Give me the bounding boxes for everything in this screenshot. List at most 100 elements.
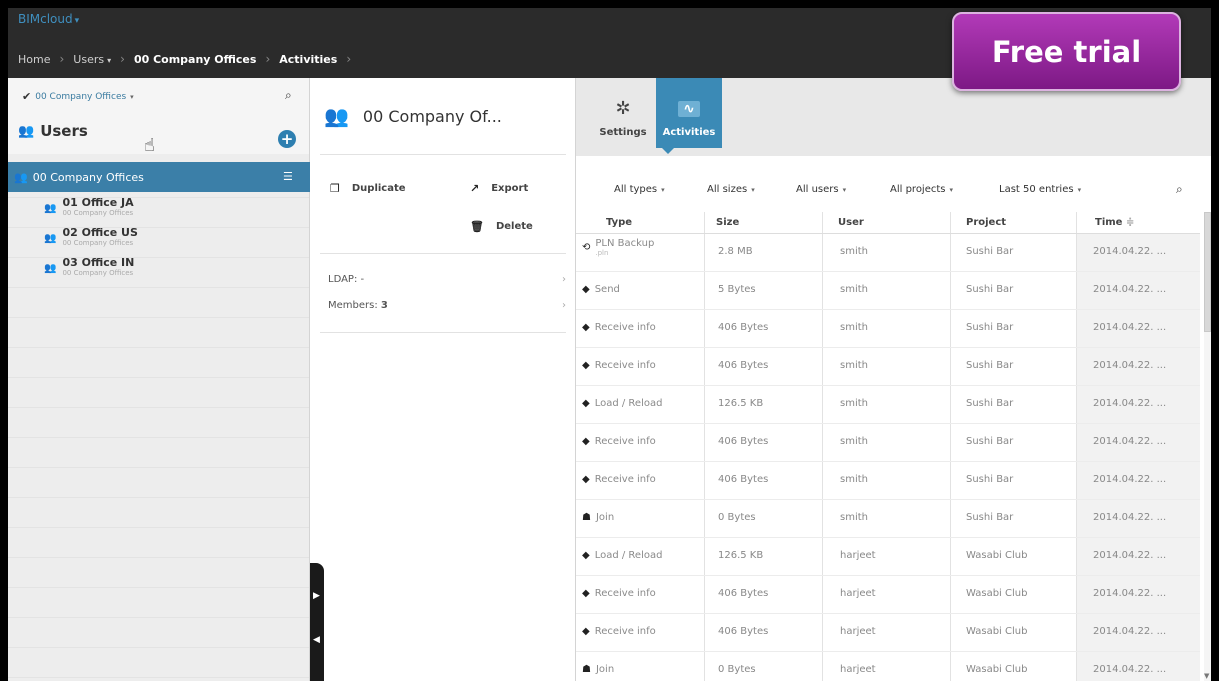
filter-entries[interactable]: Last 50 entries ▾ xyxy=(999,184,1081,195)
column-header-user[interactable]: User xyxy=(838,217,864,228)
collapse-left-icon[interactable]: ◀ xyxy=(313,635,320,645)
list-menu-icon[interactable]: ☰ xyxy=(283,170,293,183)
duplicate-button[interactable]: ❐ Duplicate xyxy=(330,182,406,195)
table-row[interactable]: ◆ Receive info 406 Bytes smith Sushi Bar 2014… xyxy=(576,424,1200,462)
group-title: 👥 00 Company Of... xyxy=(324,104,502,128)
column-header-time-label: Time xyxy=(1095,217,1123,228)
delete-button[interactable]: 🗑 Delete xyxy=(470,220,533,233)
join-icon: ☗ xyxy=(582,664,591,675)
scrollbar-thumb[interactable] xyxy=(1204,212,1211,332)
expand-right-icon[interactable]: ▶ xyxy=(313,591,320,601)
type-wrap: Receive info xyxy=(595,626,656,637)
sidebar-item-label: 00 Company Offices xyxy=(32,170,144,184)
users-sidebar: ✔ 00 Company Offices ▾ ⌕ 👥 Users ☝ + 👥 0… xyxy=(8,78,310,681)
filter-types[interactable]: All types ▾ xyxy=(614,184,665,195)
user-cell: harjeet xyxy=(840,664,876,675)
panel-collapse-handle[interactable]: ▶ ◀ xyxy=(310,563,324,681)
filter-projects[interactable]: All projects ▾ xyxy=(890,184,953,195)
divider xyxy=(320,154,566,155)
tab-activities[interactable]: ∿ Activities xyxy=(656,78,722,148)
members-label-wrap: Members: 3 xyxy=(328,300,388,311)
chevron-down-icon: ▾ xyxy=(842,186,847,194)
ldap-row[interactable]: LDAP: - › xyxy=(328,274,566,285)
size-cell: 406 Bytes xyxy=(718,436,769,447)
scope-selector[interactable]: ✔ 00 Company Offices ▾ xyxy=(22,90,134,103)
table-scrollbar[interactable]: ▼ xyxy=(1204,212,1211,681)
type-value: Receive info xyxy=(594,626,656,637)
breadcrumb-activities[interactable]: Activities xyxy=(279,53,337,66)
project-cell: Wasabi Club xyxy=(966,626,1028,637)
app-title-menu[interactable]: BIMcloud ▾ xyxy=(18,12,79,26)
activities-panel: ✲ Settings ∿ Activities All types ▾ All s… xyxy=(576,78,1211,681)
export-button[interactable]: ↗ Export xyxy=(470,182,528,195)
duplicate-label: Duplicate xyxy=(351,183,406,194)
table-row[interactable]: ◆ Load / Reload 126.5 KB smith Sushi Bar 2014… xyxy=(576,386,1200,424)
table-row[interactable]: ◆ Receive info 406 Bytes harjeet Wasabi Club… xyxy=(576,614,1200,652)
table-row[interactable]: ⟲ PLN Backup .pln 2.8 MB smith Sushi Bar 2014.… xyxy=(576,234,1200,272)
table-row[interactable]: ◆ Load / Reload 126.5 KB harjeet Wasabi Club… xyxy=(576,538,1200,576)
size-cell: 406 Bytes xyxy=(718,474,769,485)
sidebar-item-company-offices[interactable]: 👥 00 Company Offices ☰ xyxy=(8,162,310,192)
scroll-down-icon[interactable]: ▼ xyxy=(1204,672,1209,680)
chevron-right-icon: › xyxy=(562,274,566,285)
time-cell: 2014.04.22. ... xyxy=(1093,664,1167,675)
size-cell: 126.5 KB xyxy=(718,550,764,561)
time-cell: 2014.04.22. ... xyxy=(1093,550,1167,561)
type-value: Send xyxy=(594,284,620,295)
user-cell: harjeet xyxy=(840,550,876,561)
filter-users-label: All users xyxy=(796,184,839,195)
type-value: Receive info xyxy=(594,322,656,333)
column-header-size[interactable]: Size xyxy=(716,217,739,228)
ldap-label: LDAP: - xyxy=(328,274,365,285)
chevron-right-icon: › xyxy=(59,52,65,66)
project-cell: Sushi Bar xyxy=(966,246,1014,257)
time-cell: 2014.04.22. ... xyxy=(1093,284,1167,295)
sidebar-item-office-in[interactable]: 👥 03 Office IN 00 Company Offices xyxy=(44,256,134,286)
type-value: Join xyxy=(595,512,615,523)
sidebar-item-office-us[interactable]: 👥 02 Office US 00 Company Offices xyxy=(44,226,138,256)
type-cell: ◆ Receive info xyxy=(582,322,656,333)
user-cell: smith xyxy=(840,322,868,333)
sidebar-item-office-ja[interactable]: 👥 01 Office JA 00 Company Offices xyxy=(44,196,134,226)
hand-cursor-icon: ☝ xyxy=(144,135,155,156)
type-cell: ◆ Receive info xyxy=(582,360,656,371)
breadcrumb-users[interactable]: Users ▾ xyxy=(73,53,111,66)
table-row[interactable]: ◆ Receive info 406 Bytes harjeet Wasabi Club… xyxy=(576,576,1200,614)
table-row[interactable]: ◆ Receive info 406 Bytes smith Sushi Bar 2014… xyxy=(576,462,1200,500)
active-tab-pointer xyxy=(662,148,674,154)
breadcrumb-company-offices[interactable]: 00 Company Offices xyxy=(134,53,257,66)
export-icon: ↗ xyxy=(470,182,480,195)
filter-users[interactable]: All users ▾ xyxy=(796,184,846,195)
table-row[interactable]: ☗ Join 0 Bytes smith Sushi Bar 2014.04.22. ..… xyxy=(576,500,1200,538)
column-header-type[interactable]: Type xyxy=(606,217,632,228)
user-cell: harjeet xyxy=(840,626,876,637)
members-row[interactable]: Members: 3 › xyxy=(328,300,566,311)
add-user-button[interactable]: + xyxy=(278,130,296,148)
size-cell: 406 Bytes xyxy=(718,588,769,599)
table-row[interactable]: ◆ Send 5 Bytes smith Sushi Bar 2014.04.22. ..… xyxy=(576,272,1200,310)
project-cell: Wasabi Club xyxy=(966,588,1028,599)
filter-sizes[interactable]: All sizes ▾ xyxy=(707,184,755,195)
activity-arrow-icon: ◆ xyxy=(582,284,590,295)
project-cell: Sushi Bar xyxy=(966,322,1014,333)
sidebar-item-label: 01 Office JA xyxy=(62,196,134,209)
activity-arrow-icon: ◆ xyxy=(582,474,590,485)
table-row[interactable]: ◆ Receive info 406 Bytes smith Sushi Bar 2014… xyxy=(576,310,1200,348)
tab-settings[interactable]: ✲ Settings xyxy=(590,78,656,148)
column-header-project[interactable]: Project xyxy=(966,217,1006,228)
user-cell: smith xyxy=(840,284,868,295)
table-row[interactable]: ◆ Receive info 406 Bytes smith Sushi Bar 2014… xyxy=(576,348,1200,386)
column-header-time[interactable]: Time ≑ xyxy=(1095,217,1134,228)
free-trial-button[interactable]: Free trial xyxy=(952,12,1181,91)
search-icon[interactable]: ⌕ xyxy=(285,88,292,103)
time-cell: 2014.04.22. ... xyxy=(1093,588,1167,599)
user-cell: harjeet xyxy=(840,588,876,599)
project-cell: Sushi Bar xyxy=(966,474,1014,485)
search-icon[interactable]: ⌕ xyxy=(1176,182,1183,197)
breadcrumb-home[interactable]: Home xyxy=(18,53,50,66)
sort-icon: ≑ xyxy=(1125,217,1135,228)
table-row[interactable]: ☗ Join 0 Bytes harjeet Wasabi Club 2014.04.22… xyxy=(576,652,1200,681)
type-wrap: Receive info xyxy=(595,588,656,599)
sidebar-item-label: 03 Office IN xyxy=(62,256,135,269)
tab-activities-label: Activities xyxy=(662,127,716,138)
